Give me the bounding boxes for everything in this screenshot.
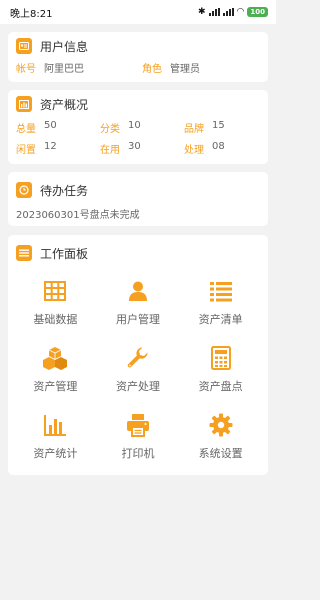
todo-item[interactable]: 2023060301号盘点未完成 xyxy=(16,206,140,221)
tile-label: 资产处理 xyxy=(115,380,160,393)
role-label: 角色 xyxy=(142,64,162,75)
user-info-card: 用户信息 帐号 阿里巴巴 角色 管理员 xyxy=(8,32,268,82)
tile-label: 打印机 xyxy=(121,447,155,460)
user-info-title: 用户信息 xyxy=(40,39,89,54)
battery-icon: 100 xyxy=(247,7,268,17)
menu-icon xyxy=(16,245,32,261)
workbench-title: 工作面板 xyxy=(40,246,89,261)
asset-overview-card: 资产概况 总量 50 分类 10 品牌 15 闲置 12 在用 30 处理 08 xyxy=(8,90,268,164)
boxes-icon xyxy=(43,347,68,370)
workbench-card: 工作面板 基础数据 用户管理 资产清单 资产管理 资产处理 资产盘点 资产统计 … xyxy=(8,235,268,475)
tile-user-management[interactable]: 用户管理 xyxy=(97,271,180,338)
clock-icon xyxy=(16,182,32,198)
status-icons: ✱ ◠ 100 xyxy=(198,7,268,17)
tile-label: 资产统计 xyxy=(33,447,78,460)
tile-label: 资产管理 xyxy=(33,380,78,393)
tile-asset-management[interactable]: 资产管理 xyxy=(14,338,97,405)
status-bar: 晚上8:21 ✱ ◠ 100 xyxy=(0,0,276,24)
id-card-icon xyxy=(16,38,32,54)
todo-title: 待办任务 xyxy=(40,183,89,198)
overview-row-1: 总量 50 分类 10 品牌 15 xyxy=(8,120,268,135)
tile-label: 资产清单 xyxy=(198,313,243,326)
brand-value: 15 xyxy=(212,120,225,131)
workbench-grid: 基础数据 用户管理 资产清单 资产管理 资产处理 资产盘点 资产统计 打印机 系… xyxy=(8,271,268,472)
wrench-icon xyxy=(127,347,148,368)
printer-icon xyxy=(126,414,149,437)
signal-icon-2 xyxy=(222,8,234,16)
role-value: 管理员 xyxy=(170,64,200,75)
processed-value: 08 xyxy=(212,141,225,152)
tile-asset-list[interactable]: 资产清单 xyxy=(179,271,262,338)
table-grid-icon xyxy=(44,281,67,301)
list-icon xyxy=(209,282,232,302)
signal-icon xyxy=(208,8,220,16)
overview-row-2: 闲置 12 在用 30 处理 08 xyxy=(8,141,268,156)
tile-system-settings[interactable]: 系统设置 xyxy=(179,405,262,472)
bar-chart-icon xyxy=(44,415,67,436)
brand-label: 品牌 xyxy=(184,124,204,135)
processed-label: 处理 xyxy=(184,145,204,156)
tile-asset-processing[interactable]: 资产处理 xyxy=(97,338,180,405)
tile-label: 用户管理 xyxy=(115,313,160,326)
category-value: 10 xyxy=(128,120,141,131)
total-label: 总量 xyxy=(16,124,36,135)
tile-label: 资产盘点 xyxy=(198,380,243,393)
total-value: 50 xyxy=(44,120,57,131)
tile-label: 系统设置 xyxy=(198,447,243,460)
in-use-label: 在用 xyxy=(100,145,120,156)
tile-basic-data[interactable]: 基础数据 xyxy=(14,271,97,338)
wifi-icon: ◠ xyxy=(236,7,245,17)
account-label: 帐号 xyxy=(16,64,36,75)
user-icon xyxy=(128,281,147,301)
todo-card[interactable]: 待办任务 2023060301号盘点未完成 xyxy=(8,172,268,226)
in-use-value: 30 xyxy=(128,141,141,152)
chart-icon xyxy=(16,96,32,112)
category-label: 分类 xyxy=(100,124,120,135)
idle-label: 闲置 xyxy=(16,145,36,156)
tile-asset-statistics[interactable]: 资产统计 xyxy=(14,405,97,472)
idle-value: 12 xyxy=(44,141,57,152)
status-time: 晚上8:21 xyxy=(10,8,53,20)
asset-overview-title: 资产概况 xyxy=(40,97,89,112)
bluetooth-icon: ✱ xyxy=(197,7,206,17)
tile-asset-inventory[interactable]: 资产盘点 xyxy=(179,338,262,405)
tile-label: 基础数据 xyxy=(33,313,78,326)
tile-printer[interactable]: 打印机 xyxy=(97,405,180,472)
account-value: 阿里巴巴 xyxy=(44,64,84,75)
gear-icon xyxy=(209,413,233,437)
calculator-icon xyxy=(210,346,231,370)
